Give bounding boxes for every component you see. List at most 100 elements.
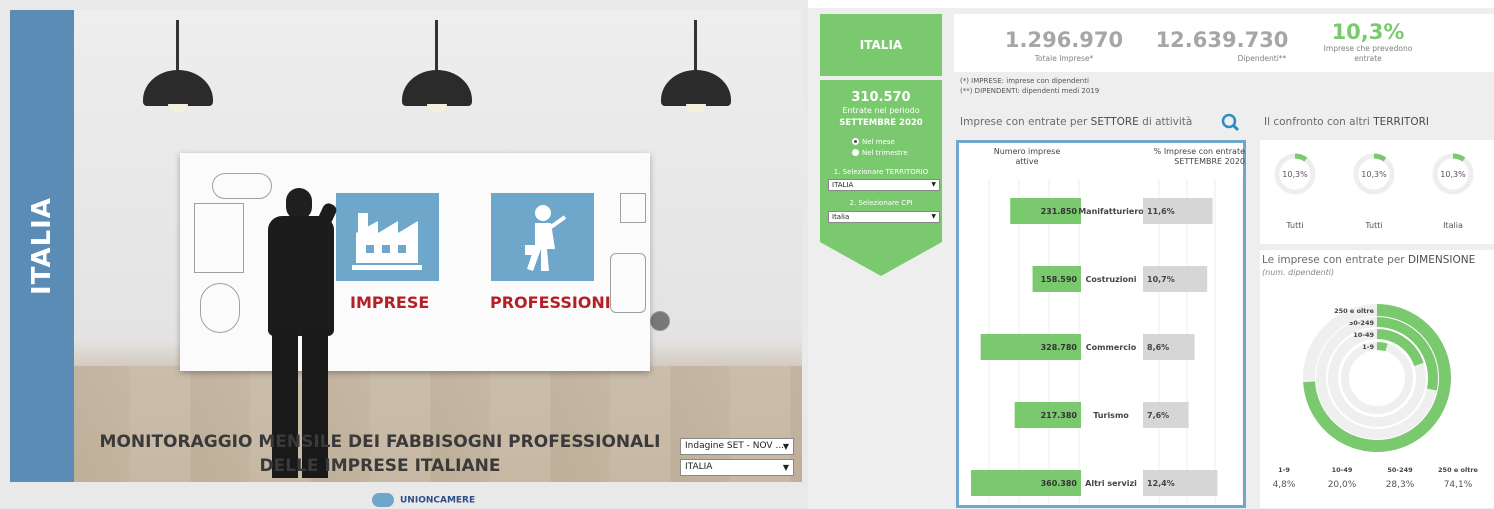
doodle (610, 253, 646, 313)
dimension-value: 20,0% (1328, 480, 1357, 490)
ring-label: Tutti (1364, 221, 1382, 230)
bar-label-numero: 217.380 (1041, 411, 1078, 420)
kpi-percent: 10,3% (1331, 20, 1405, 44)
radio-month[interactable]: Nel mese (852, 138, 895, 146)
settore-chart: 231.850 Manifatturiero 11,6% 158.590 Costruz… (970, 179, 1243, 503)
territorio-select[interactable]: ITALIA ▼ (828, 179, 940, 191)
settore-title-pre: Imprese con entrate per (960, 116, 1091, 128)
ring-arc (1452, 153, 1466, 162)
dimension-legend-label: 10-49 (1332, 466, 1353, 474)
bar-label-percent: 10,7% (1147, 275, 1175, 284)
category-label: Manifatturiero (1078, 207, 1144, 216)
territorio-select-value: ITALIA (832, 181, 854, 189)
ceiling-lamp-icon (138, 20, 218, 120)
landing-panel: IMPRESE PROFESSIONI ITALIA MONITORAGGIO … (0, 0, 808, 509)
category-label: Costruzioni (1086, 275, 1137, 284)
landing-title-line1: MONITORAGGIO MENSILE DEI FABBISOGNI PROF… (99, 432, 661, 452)
whiteboard: IMPRESE PROFESSIONI (180, 153, 670, 371)
doodle (194, 203, 244, 273)
kpi-percent-label-2: entrate (1354, 54, 1382, 63)
territory-vertical-banner: ITALIA (10, 10, 74, 482)
landing-scene: IMPRESE PROFESSIONI (10, 10, 802, 482)
professioni-label[interactable]: PROFESSIONI (490, 293, 611, 312)
chevron-down-icon: ▼ (782, 463, 789, 472)
radio-unselected-icon (852, 149, 859, 156)
dashboard: ITALIA 310.570 Entrate nel periodo SETTE… (808, 0, 1494, 509)
dimension-legend-label: 50-249 (1387, 466, 1413, 474)
territori-box: 10,3% Tutti 10,3% Tutti 10,3% Italia (1260, 140, 1494, 244)
ring-arc (1294, 153, 1308, 162)
dimension-legend-label: 1-9 (1278, 466, 1290, 474)
kpi-dipendenti: 12.639.730 (1155, 28, 1289, 52)
bar-label-percent: 12,4% (1147, 479, 1175, 488)
label-cpi: 2. Selezionare CPI (849, 199, 913, 207)
radio-month-label: Nel mese (862, 138, 895, 146)
territory-vertical-label: ITALIA (27, 197, 57, 295)
bar-label-numero: 360.380 (1041, 479, 1078, 488)
chevron-down-icon: ▼ (931, 213, 936, 220)
dimension-ring-arc (1376, 341, 1388, 352)
imprese-tile[interactable] (336, 193, 439, 281)
territori-title: Il confronto con altri TERRITORI (1264, 116, 1429, 128)
ring-arc (1373, 153, 1387, 162)
factory-icon (352, 213, 422, 270)
radio-quarter[interactable]: Nel trimestre (852, 149, 908, 157)
cpi-select[interactable]: Italia ▼ (828, 211, 940, 223)
ring-label: Tutti (1285, 221, 1303, 230)
search-icon[interactable] (1220, 112, 1240, 132)
radio-selected-icon (852, 138, 859, 145)
filter-panel: ITALIA 310.570 Entrate nel periodo SETTE… (820, 14, 942, 276)
entrate-label: Entrate nel periodo (842, 106, 920, 115)
bar-label-numero: 231.850 (1041, 207, 1078, 216)
bar-label-numero: 158.590 (1041, 275, 1078, 284)
pie-doodle (650, 311, 670, 331)
settore-title-post: di attività (1138, 116, 1193, 128)
survey-select[interactable]: Indagine SET - NOV ... ▼ (680, 438, 794, 455)
landing-title-line2: DELLE IMPRESE ITALIANE (259, 456, 501, 476)
bar-label-percent: 11,6% (1147, 207, 1175, 216)
dimension-legend-label: 250 e oltre (1438, 466, 1479, 474)
bar-label-percent: 7,6% (1147, 411, 1169, 420)
dimension-ring-label: 250 e oltre (1334, 307, 1375, 315)
bar-label-percent: 8,6% (1147, 343, 1169, 352)
imprese-label[interactable]: IMPRESE (350, 293, 429, 312)
radio-quarter-label: Nel trimestre (862, 149, 908, 157)
ring-value: 10,3% (1440, 170, 1466, 179)
kpi-totale-imprese-label: Totale Imprese* (1034, 54, 1094, 63)
ring-label: Italia (1443, 221, 1463, 230)
dimension-value: 74,1% (1444, 480, 1473, 490)
professional-person-icon (525, 205, 567, 271)
doodle (620, 193, 646, 223)
settore-title-bold: SETTORE (1090, 116, 1139, 128)
dimension-ring-track (1341, 342, 1413, 414)
chevron-down-icon: ▼ (931, 181, 936, 188)
dimension-ring-label: 10-49 (1353, 331, 1374, 339)
area-select-value: ITALIA (685, 462, 713, 472)
dimension-ring-label: 1-9 (1362, 343, 1374, 351)
kpi-totale-imprese: 1.296.970 (1004, 28, 1124, 52)
filter-territory-title: ITALIA (820, 14, 942, 76)
area-select[interactable]: ITALIA ▼ (680, 459, 794, 476)
bar-label-numero: 328.780 (1041, 343, 1078, 352)
settore-title: Imprese con entrate per SETTORE di attiv… (960, 116, 1192, 128)
ring-value: 10,3% (1282, 170, 1308, 179)
unioncamere-logo-icon (372, 493, 394, 507)
category-label: Altri servizi (1085, 479, 1137, 488)
ceiling-lamp-icon (656, 20, 736, 120)
category-label: Turismo (1093, 411, 1129, 420)
ceiling-lamp-icon (397, 20, 477, 120)
landing-title: MONITORAGGIO MENSILE DEI FABBISOGNI PROF… (80, 430, 680, 478)
dimension-value: 4,8% (1273, 480, 1296, 490)
kpi-box: 1.296.970 Totale Imprese* 12.639.730 Dip… (954, 14, 1494, 72)
top-strip (808, 0, 1494, 8)
territori-title-pre: Il confronto con altri (1264, 116, 1374, 128)
professioni-tile[interactable] (491, 193, 594, 281)
ring-value: 10,3% (1361, 170, 1387, 179)
dimensione-subtitle: (num. dipendenti) (1262, 268, 1335, 277)
doodle (200, 283, 240, 333)
logo-text: UNIONCAMERE (400, 495, 476, 506)
category-label: Commercio (1086, 343, 1137, 352)
territori-chart: 10,3% Tutti 10,3% Tutti 10,3% Italia (1274, 153, 1474, 230)
chevron-down-icon: ▼ (782, 442, 789, 451)
unioncamere-logo: UNIONCAMERE (372, 493, 475, 507)
